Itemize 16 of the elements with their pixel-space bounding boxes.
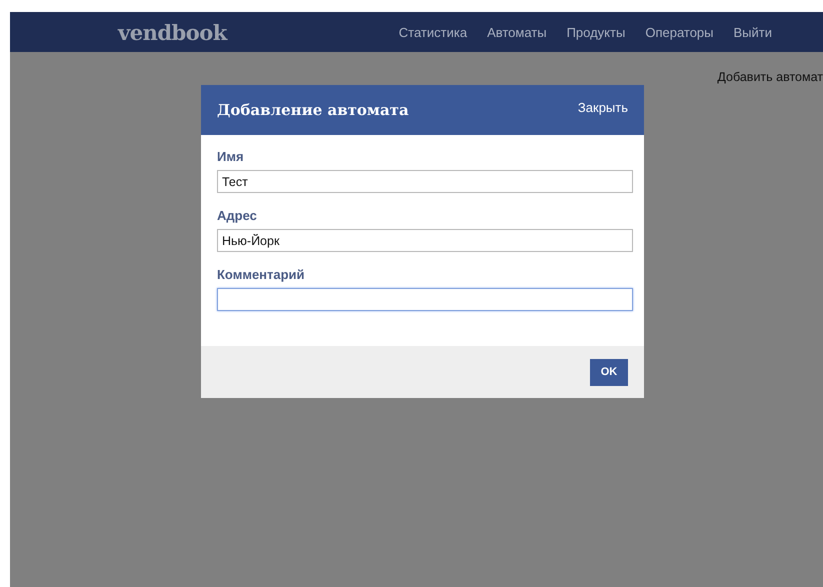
- nav-link[interactable]: Автоматы: [487, 24, 547, 40]
- input-field[interactable]: Тест: [217, 170, 633, 193]
- nav-link[interactable]: Выйти: [734, 24, 772, 40]
- nav-link[interactable]: Операторы: [645, 24, 714, 40]
- close-link[interactable]: Закрыть: [578, 100, 628, 114]
- input-field[interactable]: [217, 288, 633, 311]
- brand-logo: vendbook: [118, 20, 227, 44]
- nav-link[interactable]: Статистика: [398, 24, 468, 40]
- field-label: Имя: [217, 149, 245, 164]
- nav-link[interactable]: Продукты: [566, 24, 626, 40]
- ok-button[interactable]: OK: [590, 358, 628, 386]
- field-label: Адрес: [217, 208, 258, 223]
- field-label: Комментарий: [217, 267, 306, 282]
- add-machine-link[interactable]: Добавить автомат: [717, 70, 823, 84]
- input-field[interactable]: Нью-Йорк: [217, 229, 633, 252]
- dialog-title: Добавление автомата: [217, 101, 409, 119]
